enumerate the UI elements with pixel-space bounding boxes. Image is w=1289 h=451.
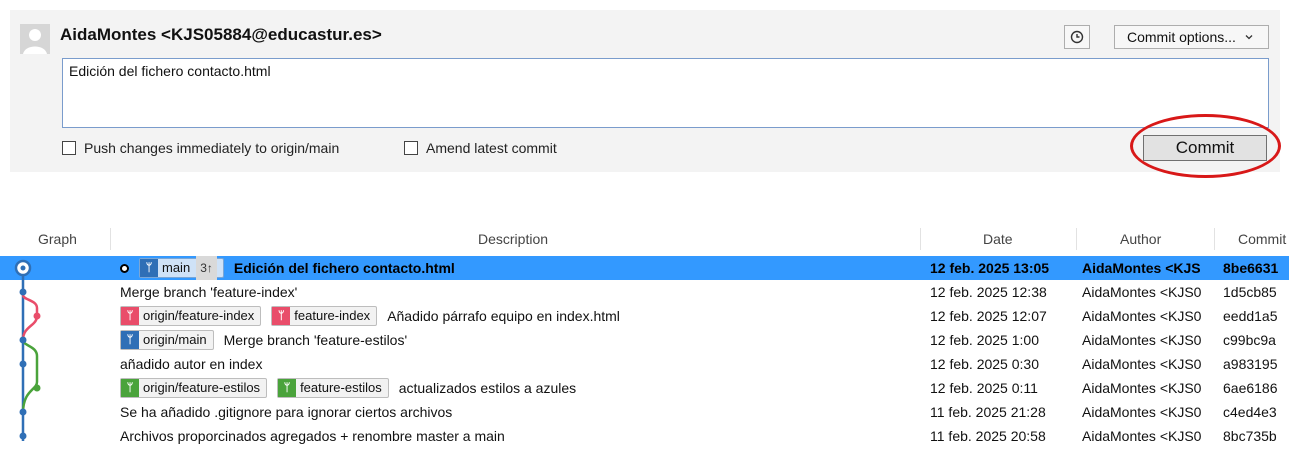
branch-tag-label: feature-index bbox=[294, 308, 371, 323]
push-checkbox[interactable] bbox=[62, 141, 76, 155]
commit-panel: AidaMontes <KJS05884@educastur.es> Commi… bbox=[10, 10, 1280, 172]
branch-icon: ᛘ bbox=[121, 331, 139, 349]
amend-checkbox[interactable] bbox=[404, 141, 418, 155]
log-header: Graph Description Date Author Commit bbox=[0, 228, 1289, 250]
branch-tag-label: feature-estilos bbox=[300, 380, 382, 395]
avatar bbox=[20, 24, 50, 54]
clock-icon bbox=[1070, 30, 1084, 44]
graph-node bbox=[19, 432, 27, 440]
commit-message: Merge branch 'feature-estilos' bbox=[223, 332, 408, 348]
table-row[interactable]: Archivos proporcinados agregados + renom… bbox=[0, 424, 1289, 448]
commit-hash-cell: 8bc735b bbox=[1223, 428, 1277, 444]
table-row[interactable]: ᛘ origin/main Merge branch 'feature-estilo… bbox=[0, 328, 1289, 352]
header-commit[interactable]: Commit bbox=[1238, 231, 1286, 247]
date-cell: 12 feb. 2025 13:05 bbox=[930, 260, 1050, 276]
table-row[interactable]: ᛘ origin/feature-estilos ᛘ feature-estilos a… bbox=[0, 376, 1289, 400]
branch-icon: ᛘ bbox=[140, 259, 158, 277]
date-cell: 11 feb. 2025 21:28 bbox=[930, 404, 1046, 420]
author-cell: AidaMontes <KJS0 bbox=[1082, 404, 1202, 420]
branch-tag[interactable]: ᛘ feature-index bbox=[271, 306, 378, 326]
head-indicator-icon bbox=[120, 263, 129, 273]
branch-tag[interactable]: ᛘ origin/main bbox=[120, 330, 214, 350]
commit-message: Añadido párrafo equipo en index.html bbox=[387, 308, 620, 324]
header-author[interactable]: Author bbox=[1120, 231, 1161, 247]
commit-hash-cell: a983195 bbox=[1223, 356, 1278, 372]
push-checkbox-row[interactable]: Push changes immediately to origin/main bbox=[62, 140, 339, 156]
branch-icon: ᛘ bbox=[121, 307, 139, 325]
branch-tag[interactable]: ᛘ origin/feature-index bbox=[120, 306, 262, 326]
table-row[interactable]: Se ha añadido .gitignore para ignorar ci… bbox=[0, 400, 1289, 424]
author-cell: AidaMontes <KJS0 bbox=[1082, 356, 1202, 372]
branch-icon: ᛘ bbox=[278, 379, 297, 397]
branch-icon: ᛘ bbox=[272, 307, 291, 325]
graph-node bbox=[19, 288, 27, 296]
commit-message: Se ha añadido .gitignore para ignorar ci… bbox=[120, 404, 453, 420]
author-cell: AidaMontes <KJS bbox=[1082, 260, 1201, 276]
amend-label: Amend latest commit bbox=[426, 140, 557, 156]
commit-message: Archivos proporcinados agregados + renom… bbox=[120, 428, 505, 444]
commit-hash-cell: c99bc9a bbox=[1223, 332, 1276, 348]
chevron-down-icon bbox=[1245, 35, 1253, 40]
graph-node bbox=[19, 408, 27, 416]
description-cell: ᛘ origin/feature-estilos ᛘ feature-estilos a… bbox=[120, 376, 920, 400]
branch-tag-label: main bbox=[162, 260, 191, 275]
date-cell: 12 feb. 2025 1:00 bbox=[930, 332, 1039, 348]
branch-tag[interactable]: ᛘ origin/feature-estilos bbox=[120, 378, 268, 398]
description-cell: Se ha añadido .gitignore para ignorar ci… bbox=[120, 400, 920, 424]
table-row[interactable]: añadido autor en index 12 feb. 2025 0:30 A… bbox=[0, 352, 1289, 376]
branch-tag-label: origin/feature-estilos bbox=[143, 380, 261, 395]
author-cell: AidaMontes <KJS0 bbox=[1082, 380, 1202, 396]
commit-message: añadido autor en index bbox=[120, 356, 263, 372]
date-cell: 12 feb. 2025 0:11 bbox=[930, 380, 1038, 396]
commit-author: AidaMontes <KJS05884@educastur.es> bbox=[60, 25, 382, 44]
ahead-count-badge: 3↑ bbox=[196, 256, 217, 280]
date-cell: 12 feb. 2025 12:07 bbox=[930, 308, 1047, 324]
commit-hash-cell: 1d5cb85 bbox=[1223, 284, 1277, 300]
date-cell: 12 feb. 2025 12:38 bbox=[930, 284, 1047, 300]
table-row[interactable]: Merge branch 'feature-index' 12 feb. 2025… bbox=[0, 280, 1289, 304]
highlight-circle bbox=[1130, 114, 1281, 178]
graph-node bbox=[20, 265, 26, 271]
commit-message-input[interactable]: Edición del fichero contacto.html bbox=[62, 58, 1269, 128]
author-cell: AidaMontes <KJS0 bbox=[1082, 332, 1202, 348]
commit-message: Edición del fichero contacto.html bbox=[233, 260, 455, 276]
branch-tag-label: origin/main bbox=[143, 332, 207, 347]
commit-hash-cell: 6ae6186 bbox=[1223, 380, 1278, 396]
amend-checkbox-row[interactable]: Amend latest commit bbox=[404, 140, 557, 156]
history-button[interactable] bbox=[1064, 25, 1090, 49]
branch-tag-label: origin/feature-index bbox=[143, 308, 255, 323]
graph-node bbox=[33, 384, 41, 392]
date-cell: 12 feb. 2025 0:30 bbox=[930, 356, 1039, 372]
header-description[interactable]: Description bbox=[478, 231, 548, 247]
header-date[interactable]: Date bbox=[983, 231, 1013, 247]
header-graph[interactable]: Graph bbox=[38, 231, 77, 247]
graph-node bbox=[33, 312, 41, 320]
push-label: Push changes immediately to origin/main bbox=[84, 140, 340, 156]
author-cell: AidaMontes <KJS0 bbox=[1082, 284, 1202, 300]
commit-options-label: Commit options... bbox=[1127, 29, 1236, 45]
author-cell: AidaMontes <KJS0 bbox=[1082, 308, 1202, 324]
commit-options-button[interactable]: Commit options... bbox=[1114, 25, 1269, 49]
table-row[interactable]: ᛘ origin/feature-index ᛘ feature-index Añadi… bbox=[0, 304, 1289, 328]
description-cell: añadido autor en index bbox=[120, 352, 920, 376]
branch-icon: ᛘ bbox=[121, 379, 139, 397]
description-cell: ᛘ origin/main Merge branch 'feature-estilo… bbox=[120, 328, 920, 352]
commit-hash-cell: 8be6631 bbox=[1223, 260, 1279, 276]
date-cell: 11 feb. 2025 20:58 bbox=[930, 428, 1046, 444]
description-cell: Archivos proporcinados agregados + renom… bbox=[120, 424, 920, 448]
graph-node bbox=[19, 336, 27, 344]
branch-tag[interactable]: ᛘ feature-estilos bbox=[277, 378, 389, 398]
graph-node bbox=[19, 360, 27, 368]
commit-hash-cell: eedd1a5 bbox=[1223, 308, 1278, 324]
commit-graph bbox=[14, 259, 41, 441]
commit-message: actualizados estilos a azules bbox=[398, 380, 577, 396]
description-cell: Merge branch 'feature-index' bbox=[120, 280, 920, 304]
author-cell: AidaMontes <KJS0 bbox=[1082, 428, 1202, 444]
description-cell: ᛘ origin/feature-index ᛘ feature-index Añadi… bbox=[120, 304, 920, 328]
commit-message: Merge branch 'feature-index' bbox=[120, 284, 298, 300]
commit-hash-cell: c4ed4e3 bbox=[1223, 404, 1277, 420]
description-cell: ᛘ main 3↑ Edición del fichero contacto.html bbox=[120, 256, 920, 280]
branch-tag[interactable]: ᛘ main 3↑ bbox=[139, 256, 224, 280]
table-row[interactable]: ᛘ main 3↑ Edición del fichero contacto.html… bbox=[0, 256, 1289, 280]
